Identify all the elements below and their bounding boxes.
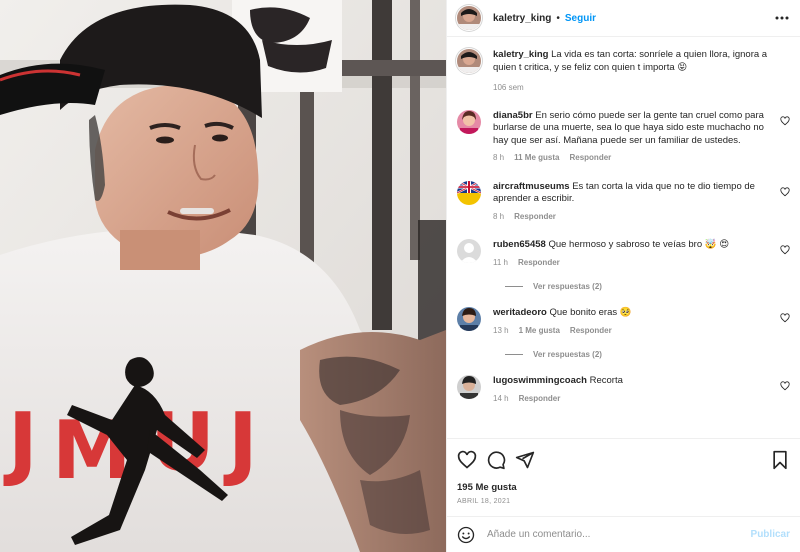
comment-username[interactable]: aircraftmuseums	[493, 181, 570, 192]
comment-like-count[interactable]: 11 Me gusta	[514, 152, 559, 165]
svg-text:J: J	[223, 396, 258, 489]
comment-item: ruben65458 Que hermoso y sabroso te veía…	[457, 239, 790, 269]
post-date[interactable]: ABRIL 18, 2021	[457, 498, 790, 505]
follow-button[interactable]: Seguir	[565, 13, 596, 24]
comment-time[interactable]: 13 h	[493, 325, 509, 338]
comment-username[interactable]: lugoswimmingcoach	[493, 375, 587, 386]
comment-text: En serio cómo puede ser la gente tan cru…	[493, 109, 764, 146]
comment-body: ruben65458 Que hermoso y sabroso te veía…	[493, 239, 790, 269]
comment-input[interactable]	[487, 529, 751, 540]
view-replies-button[interactable]: Ver respuestas (2)	[505, 282, 790, 291]
comment-username[interactable]: diana5br	[493, 110, 533, 121]
header-separator: •	[556, 12, 560, 24]
like-comment-icon[interactable]	[780, 313, 790, 323]
comment-text: Que bonito eras 🥺	[549, 307, 632, 318]
view-replies-label: Ver respuestas (2)	[533, 350, 602, 359]
comment-time[interactable]: 8 h	[493, 211, 504, 224]
svg-text:J: J	[3, 396, 38, 489]
comment-avatar[interactable]	[457, 180, 481, 205]
post-photo[interactable]: J M U J	[0, 0, 446, 552]
comment-body: diana5br En serio cómo puede ser la gent…	[493, 110, 790, 165]
view-replies-label: Ver respuestas (2)	[533, 282, 602, 291]
caption: kaletry_king La vida es tan corta: sonrí…	[457, 49, 790, 95]
view-replies-button[interactable]: Ver respuestas (2)	[505, 350, 790, 359]
add-comment-bar: Publicar	[447, 516, 800, 552]
comment-like-count[interactable]: 1 Me gusta	[519, 325, 560, 338]
publish-button[interactable]: Publicar	[751, 529, 790, 540]
like-comment-icon[interactable]	[780, 381, 790, 391]
comment-text: Recorta	[589, 375, 623, 386]
comments-list[interactable]: kaletry_king La vida es tan corta: sonrí…	[447, 37, 800, 438]
comment-meta: 11 h Responder	[493, 257, 772, 270]
author-username[interactable]: kaletry_king	[493, 13, 551, 24]
comment-item: aircraftmuseums Es tan corta la vida que…	[457, 180, 790, 224]
likes-count[interactable]: 195 Me gusta	[457, 482, 790, 493]
comment-time[interactable]: 11 h	[493, 257, 508, 270]
comment-item: diana5br En serio cómo puede ser la gent…	[457, 109, 790, 165]
comment-item: lugoswimmingcoach Recorta 14 h Responder	[457, 375, 790, 405]
comment-time[interactable]: 8 h	[493, 152, 504, 165]
reply-button[interactable]: Responder	[519, 393, 561, 406]
comment-avatar[interactable]	[457, 109, 481, 134]
like-comment-icon[interactable]	[780, 245, 790, 255]
comment-username[interactable]: ruben65458	[493, 239, 546, 250]
comment-icon[interactable]	[486, 450, 506, 470]
comment-body: lugoswimmingcoach Recorta 14 h Responder	[493, 375, 790, 405]
post-header: kaletry_king • Seguir	[447, 0, 800, 37]
comment-username[interactable]: weritadeoro	[493, 307, 547, 318]
heart-icon[interactable]	[457, 450, 477, 470]
comment-text: Que hermoso y sabroso te veías bro 🤯 😍	[548, 239, 730, 250]
reply-button[interactable]: Responder	[514, 211, 556, 224]
comment-avatar[interactable]	[457, 239, 481, 263]
reply-button[interactable]: Responder	[518, 257, 560, 270]
comment-time[interactable]: 14 h	[493, 393, 509, 406]
comment-body: aircraftmuseums Es tan corta la vida que…	[493, 181, 790, 224]
instagram-post-modal: J M U J	[0, 0, 800, 552]
author-avatar[interactable]	[457, 6, 481, 30]
caption-meta: 106 sem	[493, 82, 790, 95]
action-icons	[457, 449, 790, 471]
comment-avatar[interactable]	[457, 375, 481, 399]
comment-meta: 13 h 1 Me gusta Responder	[493, 325, 772, 338]
reply-button[interactable]: Responder	[569, 152, 611, 165]
more-icon	[775, 16, 789, 20]
caption-avatar[interactable]	[457, 49, 481, 73]
comment-meta: 8 h 11 Me gusta Responder	[493, 152, 772, 165]
like-comment-icon[interactable]	[780, 186, 790, 197]
caption-time[interactable]: 106 sem	[493, 82, 524, 95]
comment-meta: 8 h Responder	[493, 211, 772, 224]
caption-body: kaletry_king La vida es tan corta: sonrí…	[493, 49, 790, 95]
more-options-button[interactable]	[774, 16, 790, 20]
caption-username[interactable]: kaletry_king	[493, 49, 548, 60]
replies-line	[505, 286, 523, 287]
comment-item: weritadeoro Que bonito eras 🥺 13 h 1 Me …	[457, 307, 790, 337]
comment-body: weritadeoro Que bonito eras 🥺 13 h 1 Me …	[493, 307, 790, 337]
reply-button[interactable]: Responder	[570, 325, 612, 338]
post-details-panel: kaletry_king • Seguir kaletry_king La vi…	[446, 0, 800, 552]
emoji-icon[interactable]	[457, 526, 475, 544]
like-comment-icon[interactable]	[780, 115, 790, 126]
comment-meta: 14 h Responder	[493, 393, 772, 406]
bookmark-icon[interactable]	[770, 450, 790, 470]
replies-line	[505, 354, 523, 355]
comment-avatar[interactable]	[457, 307, 481, 331]
post-photo-illustration: J M U J	[0, 0, 446, 552]
share-icon[interactable]	[515, 450, 535, 470]
post-actions: 195 Me gusta ABRIL 18, 2021	[447, 438, 800, 505]
